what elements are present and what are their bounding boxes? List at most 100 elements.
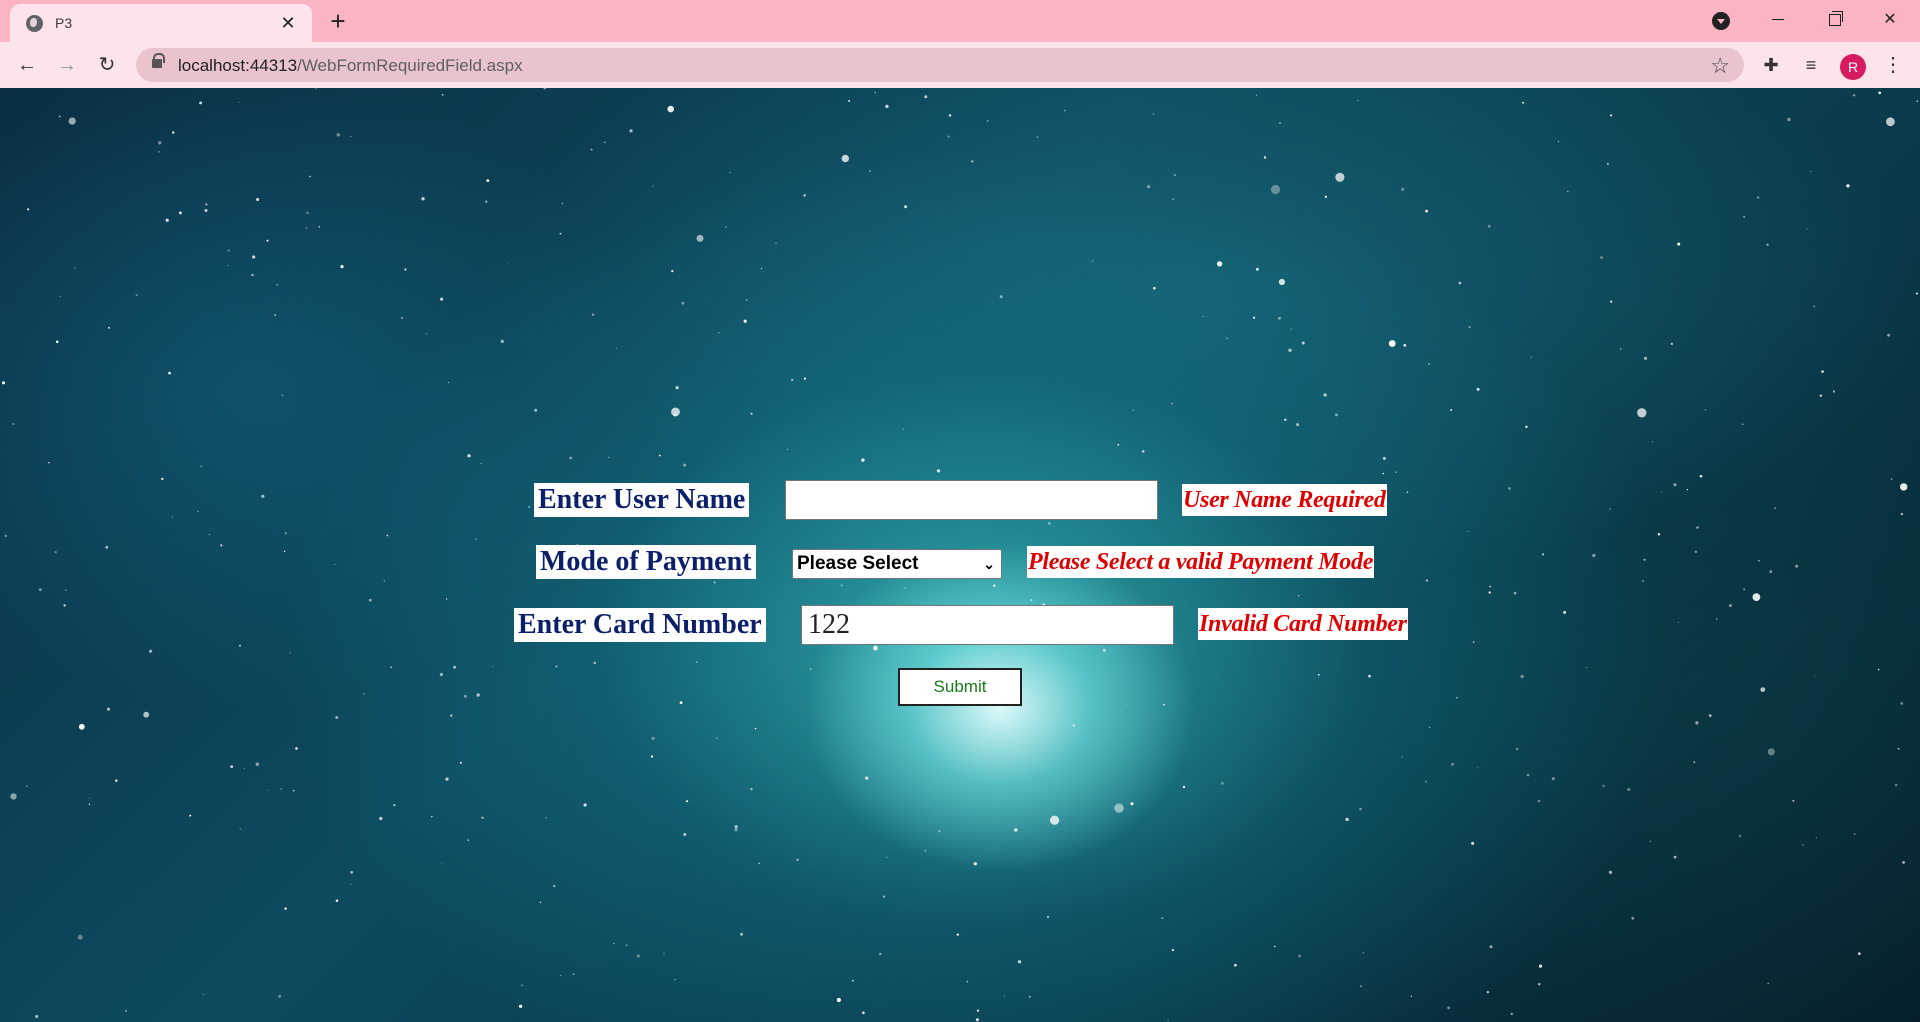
star <box>255 762 259 766</box>
bookmark-star-icon[interactable]: ☆ <box>1710 53 1730 79</box>
star <box>686 800 689 803</box>
star <box>1171 948 1175 952</box>
browser-tab[interactable]: P3 ✕ <box>10 4 312 42</box>
star <box>1467 530 1469 533</box>
star <box>1696 526 1699 529</box>
star <box>1406 491 1409 493</box>
kebab-menu-icon[interactable]: ⋮ <box>1880 51 1906 79</box>
star <box>1153 286 1156 290</box>
reload-icon[interactable]: ↻ <box>93 51 121 79</box>
star <box>1114 803 1124 813</box>
star <box>105 545 109 549</box>
star <box>1468 326 1471 329</box>
media-queue-icon[interactable]: ≡ <box>1798 51 1824 79</box>
lock-icon[interactable] <box>152 53 165 68</box>
star <box>261 494 265 498</box>
star <box>1673 855 1677 859</box>
star <box>276 284 278 286</box>
star <box>38 588 42 592</box>
star <box>1362 952 1364 954</box>
star <box>1488 591 1491 594</box>
star <box>171 516 173 518</box>
minimize-button[interactable] <box>1750 0 1806 40</box>
star <box>1345 817 1349 822</box>
star <box>251 273 254 277</box>
star <box>924 850 926 852</box>
star <box>1609 508 1611 510</box>
star <box>440 863 442 865</box>
star <box>1897 747 1900 750</box>
star <box>368 598 372 602</box>
star <box>683 833 687 836</box>
star <box>158 141 162 145</box>
star <box>107 707 110 711</box>
star <box>1887 333 1890 337</box>
star <box>350 871 354 874</box>
star <box>760 268 763 270</box>
username-input[interactable] <box>785 480 1158 520</box>
star <box>1427 363 1430 366</box>
new-tab-icon[interactable]: + <box>324 7 352 35</box>
star <box>1757 559 1760 562</box>
star <box>1878 91 1881 95</box>
star <box>886 856 888 858</box>
star <box>1704 408 1707 411</box>
star <box>861 458 865 462</box>
star <box>754 727 757 730</box>
card-number-input[interactable] <box>801 605 1174 645</box>
star <box>539 901 542 903</box>
star <box>1471 841 1475 845</box>
star <box>107 326 111 329</box>
star <box>1290 328 1293 330</box>
star <box>545 817 547 819</box>
star <box>267 789 269 791</box>
tab-search-icon[interactable] <box>1712 12 1730 30</box>
star <box>883 895 886 898</box>
star <box>1650 840 1652 842</box>
star <box>115 779 118 782</box>
star <box>973 862 977 866</box>
submit-button[interactable]: Submit <box>898 668 1022 706</box>
star <box>1900 512 1904 516</box>
star <box>475 538 477 540</box>
profile-avatar[interactable]: R <box>1840 54 1866 80</box>
star <box>333 564 336 566</box>
star <box>1526 773 1530 777</box>
star <box>608 456 610 458</box>
star <box>68 117 76 125</box>
back-arrow-icon[interactable]: ← <box>13 51 41 79</box>
payment-mode-select[interactable]: Please Select ⌄ <box>792 549 1002 579</box>
star <box>1132 409 1134 411</box>
star <box>274 314 277 316</box>
username-label: Enter User Name <box>534 483 750 517</box>
star <box>1403 344 1407 347</box>
extensions-puzzle-icon[interactable]: ✚ <box>1758 51 1784 79</box>
address-bar[interactable]: localhost:44313/WebFormRequiredField.asp… <box>136 48 1744 82</box>
star <box>865 776 869 780</box>
star <box>1708 714 1712 717</box>
star <box>1274 945 1276 948</box>
star <box>992 584 996 587</box>
star <box>671 407 680 417</box>
star <box>803 377 807 380</box>
star <box>1610 300 1613 303</box>
tab-close-icon[interactable]: ✕ <box>276 11 300 35</box>
star <box>230 765 234 769</box>
url-text[interactable]: localhost:44313/WebFormRequiredField.asp… <box>178 56 523 76</box>
star <box>758 862 761 865</box>
star <box>1182 785 1186 789</box>
star <box>467 839 470 841</box>
star <box>197 510 199 513</box>
star <box>1767 982 1769 985</box>
forward-arrow-icon[interactable]: → <box>53 51 81 79</box>
star <box>1030 599 1033 602</box>
restore-button[interactable] <box>1806 0 1862 40</box>
star <box>791 378 794 381</box>
star <box>1902 861 1905 864</box>
star <box>1161 917 1164 919</box>
star <box>874 91 877 94</box>
star <box>615 348 617 349</box>
star <box>786 448 788 450</box>
star <box>65 589 67 591</box>
close-window-button[interactable]: ✕ <box>1862 0 1918 40</box>
